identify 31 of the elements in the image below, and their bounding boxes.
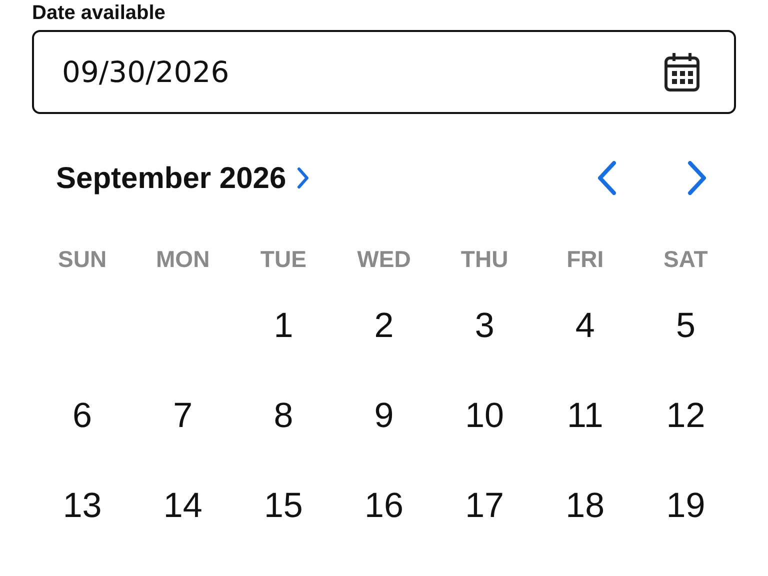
- date-field[interactable]: 09/30/2026: [32, 30, 736, 114]
- day-cell[interactable]: 3: [474, 308, 494, 342]
- day-cell[interactable]: 11: [566, 398, 604, 432]
- day-cell[interactable]: 9: [374, 398, 394, 432]
- weekday-label: MON: [156, 245, 210, 274]
- day-cell[interactable]: 16: [364, 488, 404, 522]
- day-cell[interactable]: 19: [666, 488, 706, 522]
- weekday-label: SAT: [664, 245, 708, 274]
- day-cell[interactable]: 12: [666, 398, 706, 432]
- day-cell[interactable]: 10: [465, 398, 504, 432]
- weekday-label: THU: [460, 245, 508, 274]
- day-cell[interactable]: 4: [575, 308, 595, 342]
- day-cell[interactable]: 2: [374, 308, 394, 342]
- day-cell[interactable]: 18: [566, 488, 605, 522]
- day-cell[interactable]: 5: [676, 308, 696, 342]
- month-year-button[interactable]: September 2026: [56, 156, 310, 200]
- day-cell[interactable]: 13: [62, 488, 102, 522]
- weekday-label: SUN: [58, 245, 107, 274]
- calendar-icon[interactable]: [664, 52, 700, 92]
- day-cell[interactable]: 7: [173, 398, 193, 432]
- day-cell[interactable]: 15: [264, 488, 303, 522]
- weekday-label: TUE: [260, 245, 306, 274]
- day-cell[interactable]: 17: [465, 488, 504, 522]
- day-cell[interactable]: 8: [274, 398, 294, 432]
- field-label: Date available: [32, 1, 166, 26]
- day-cell[interactable]: 14: [163, 488, 202, 522]
- weekday-label: WED: [357, 245, 411, 274]
- weekday-label: FRI: [566, 245, 604, 274]
- day-cell[interactable]: 6: [72, 398, 92, 432]
- chevron-right-icon: [296, 166, 310, 190]
- day-cell[interactable]: 1: [274, 308, 294, 342]
